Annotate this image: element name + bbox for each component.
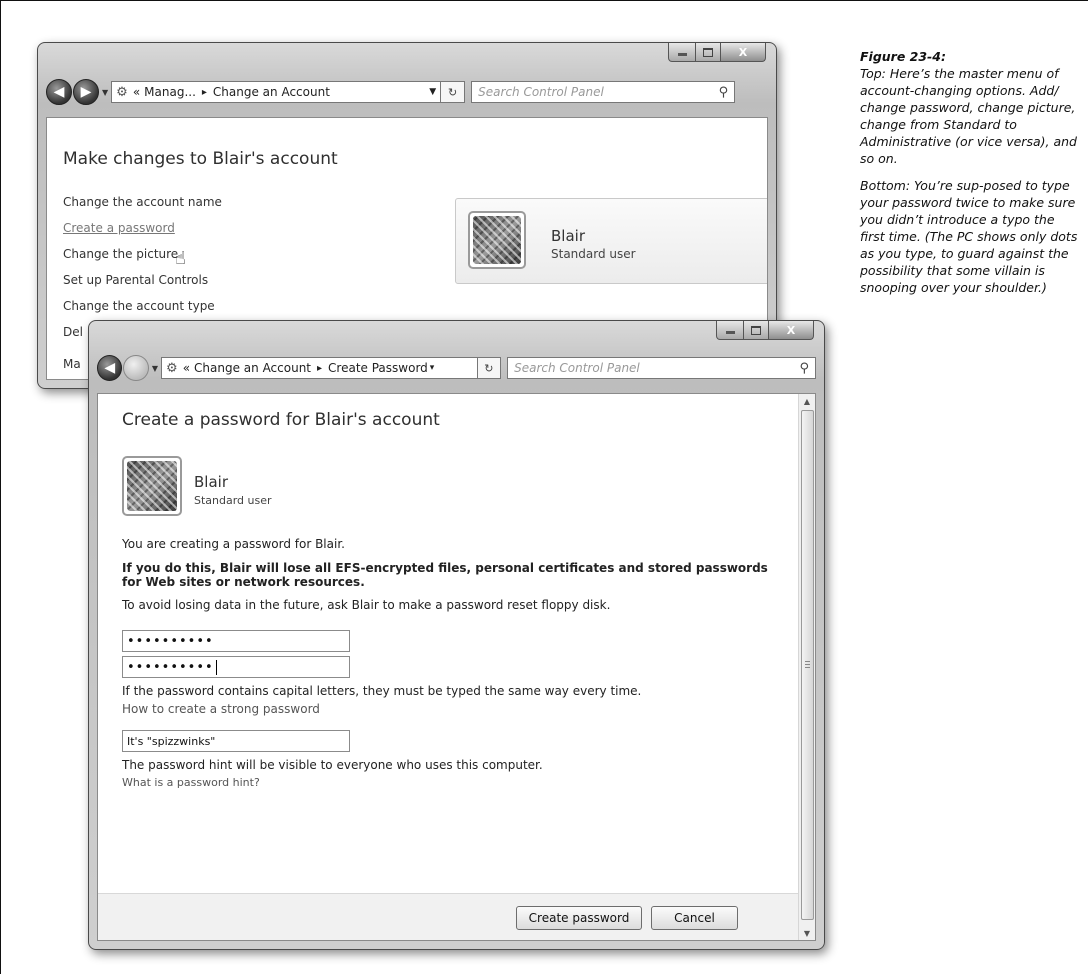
warning-text: If you do this, Blair will lose all EFS-… bbox=[122, 561, 768, 589]
breadcrumb-separator-icon: ▸ bbox=[317, 362, 323, 374]
minimize-button[interactable] bbox=[668, 43, 696, 62]
control-panel-icon: ⚙ bbox=[116, 84, 128, 100]
minimize-icon bbox=[677, 53, 687, 56]
account-name: Blair bbox=[194, 473, 228, 491]
task-create-password[interactable]: Create a password bbox=[63, 221, 175, 235]
search-placeholder: Search Control Panel bbox=[478, 85, 604, 99]
search-icon[interactable]: ⚲ bbox=[799, 361, 809, 376]
button-bar: Create password Cancel bbox=[98, 893, 815, 940]
strong-password-link[interactable]: How to create a strong password bbox=[122, 702, 320, 716]
figure-caption: Figure 23-4: Top: Here’s the master menu… bbox=[860, 48, 1082, 306]
breadcrumb-separator-icon: ▸ bbox=[201, 86, 207, 98]
page-title: Make changes to Blair's account bbox=[63, 149, 338, 169]
breadcrumb-overflow[interactable]: « bbox=[183, 361, 190, 375]
forward-button[interactable]: ▶ bbox=[73, 79, 99, 105]
search-icon[interactable]: ⚲ bbox=[719, 85, 729, 100]
confirm-password-field[interactable]: •••••••••• bbox=[122, 656, 350, 678]
hint-note: The password hint will be visible to eve… bbox=[122, 758, 543, 772]
avatar bbox=[468, 211, 526, 269]
minimize-icon bbox=[725, 331, 735, 334]
task-parental-controls[interactable]: Set up Parental Controls bbox=[63, 273, 208, 287]
search-placeholder: Search Control Panel bbox=[514, 361, 640, 375]
breadcrumb-dropdown-icon[interactable]: ▾ bbox=[430, 363, 435, 373]
password-hint-value: It's "spizzwinks" bbox=[127, 734, 216, 748]
forward-arrow-icon: ▶ bbox=[80, 84, 92, 100]
back-arrow-icon: ◀ bbox=[53, 84, 65, 100]
address-bar[interactable]: ⚙ « Change an Account ▸ Create Password … bbox=[161, 357, 478, 379]
forward-button[interactable] bbox=[123, 355, 149, 381]
confirm-password-value: •••••••••• bbox=[127, 659, 214, 675]
scroll-thumb[interactable] bbox=[801, 410, 814, 920]
breadcrumb-change-account[interactable]: Change an Account bbox=[194, 361, 311, 375]
new-password-value: •••••••••• bbox=[127, 633, 214, 649]
address-bar[interactable]: ⚙ « Manag... ▸ Change an Account ▼ bbox=[111, 81, 442, 103]
task-manage-accounts[interactable]: Ma bbox=[63, 357, 81, 371]
cancel-button[interactable]: Cancel bbox=[651, 906, 738, 930]
figure-label: Figure 23-4: bbox=[860, 49, 946, 64]
window-controls: X bbox=[716, 321, 814, 340]
avatar-picture bbox=[473, 216, 521, 264]
caption-bottom-paragraph: Bottom: You’re sup-posed to type your pa… bbox=[860, 177, 1082, 296]
account-type: Standard user bbox=[551, 247, 636, 261]
back-button[interactable]: ◀ bbox=[46, 79, 72, 105]
navigation-bar: ◀ ▶ ▼ ⚙ « Manag... ▸ Change an Account ▼… bbox=[46, 77, 768, 107]
bottom-content-pane: Create a password for Blair's account Bl… bbox=[97, 393, 816, 941]
intro-text: You are creating a password for Blair. bbox=[122, 537, 345, 551]
breadcrumb-change-account[interactable]: Change an Account bbox=[213, 85, 330, 99]
refresh-button[interactable]: ↻ bbox=[441, 81, 466, 103]
password-hint-field[interactable]: It's "spizzwinks" bbox=[122, 730, 350, 752]
maximize-button[interactable] bbox=[696, 43, 721, 62]
maximize-icon bbox=[703, 47, 713, 57]
maximize-button[interactable] bbox=[744, 321, 769, 340]
page-title: Create a password for Blair's account bbox=[122, 410, 440, 430]
breadcrumb-overflow[interactable]: « bbox=[133, 85, 140, 99]
task-change-picture[interactable]: Change the picture bbox=[63, 247, 178, 261]
maximize-icon bbox=[751, 325, 761, 335]
search-input[interactable]: Search Control Panel ⚲ bbox=[507, 357, 816, 379]
recent-pages-dropdown[interactable]: ▼ bbox=[102, 88, 108, 97]
new-password-field[interactable]: •••••••••• bbox=[122, 630, 350, 652]
avatar-picture bbox=[127, 461, 177, 511]
account-name: Blair bbox=[551, 227, 585, 245]
account-type: Standard user bbox=[194, 494, 272, 507]
scroll-down-icon[interactable]: ▼ bbox=[799, 926, 815, 940]
avatar bbox=[122, 456, 182, 516]
scroll-grip-icon bbox=[805, 661, 810, 669]
text-caret bbox=[215, 659, 217, 675]
breadcrumb-manage[interactable]: Manag... bbox=[144, 85, 196, 99]
recent-pages-dropdown[interactable]: ▼ bbox=[152, 364, 158, 373]
caption-top-paragraph: Figure 23-4: Top: Here’s the master menu… bbox=[860, 48, 1082, 167]
close-button[interactable]: X bbox=[769, 321, 814, 340]
task-delete-account[interactable]: Del bbox=[63, 325, 83, 339]
control-panel-icon: ⚙ bbox=[166, 360, 178, 376]
task-change-name[interactable]: Change the account name bbox=[63, 195, 222, 209]
minimize-button[interactable] bbox=[716, 321, 744, 340]
account-card: Blair Standard user bbox=[455, 198, 767, 284]
back-button[interactable]: ◀ bbox=[97, 355, 123, 381]
back-arrow-icon: ◀ bbox=[104, 360, 116, 376]
refresh-button[interactable]: ↻ bbox=[477, 357, 502, 379]
advice-text: To avoid losing data in the future, ask … bbox=[122, 598, 611, 612]
search-input[interactable]: Search Control Panel ⚲ bbox=[471, 81, 736, 103]
vertical-scrollbar[interactable]: ▲ ▼ bbox=[798, 394, 815, 940]
password-hint-link[interactable]: What is a password hint? bbox=[122, 776, 260, 789]
close-button[interactable]: X bbox=[721, 43, 766, 62]
create-password-button[interactable]: Create password bbox=[516, 906, 642, 930]
breadcrumb-create-password[interactable]: Create Password bbox=[328, 361, 428, 375]
address-dropdown-icon[interactable]: ▼ bbox=[429, 87, 436, 97]
hand-cursor-icon: ☝ bbox=[175, 248, 186, 269]
scroll-up-icon[interactable]: ▲ bbox=[799, 394, 815, 408]
caption-bottom-text: Bottom: You’re sup-posed to type your pa… bbox=[860, 178, 1078, 295]
task-change-account-type[interactable]: Change the account type bbox=[63, 299, 215, 313]
navigation-bar: ◀ ▼ ⚙ « Change an Account ▸ Create Passw… bbox=[97, 353, 816, 383]
window-controls: X bbox=[668, 43, 766, 62]
caption-top-text: Top: Here’s the master menu of account-c… bbox=[860, 66, 1077, 166]
caps-note: If the password contains capital letters… bbox=[122, 684, 642, 698]
create-password-window: X ◀ ▼ ⚙ « Change an Account ▸ Create Pas… bbox=[88, 320, 825, 950]
